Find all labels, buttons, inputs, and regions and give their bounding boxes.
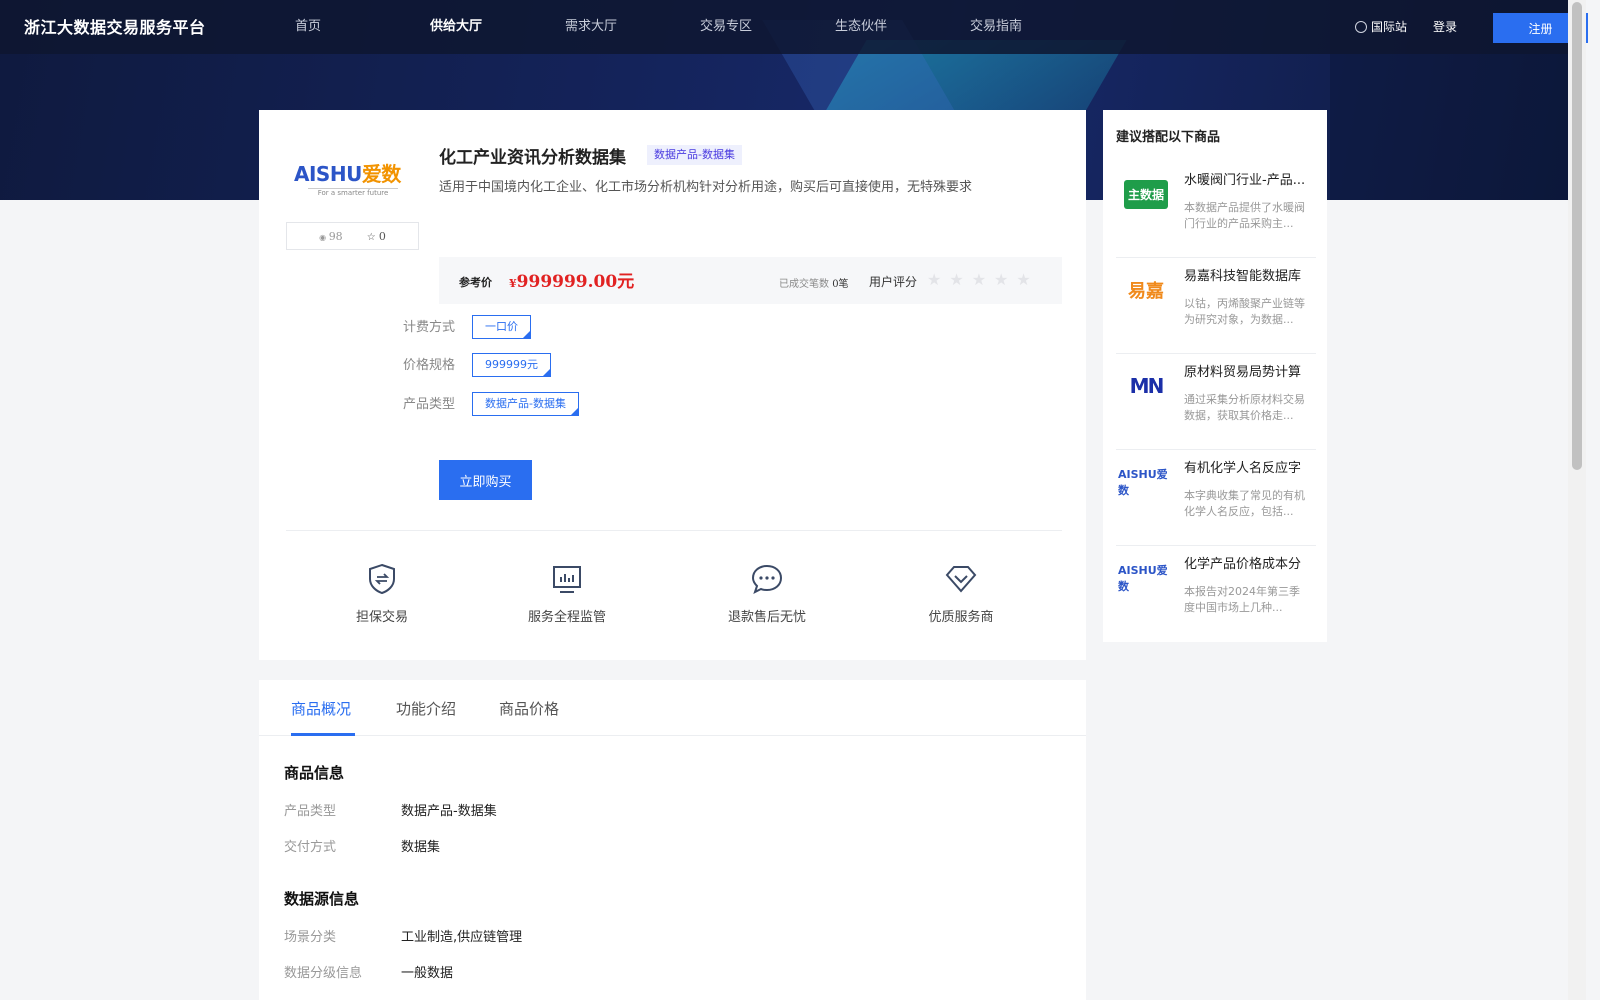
- monitor-chart-icon: [553, 566, 581, 593]
- nav-home[interactable]: 首页: [295, 0, 430, 54]
- product-card: AISHU爱数 For a smarter future 98 0 化工产业资讯…: [259, 110, 1086, 660]
- spec-label: 价格规格: [403, 358, 456, 373]
- top-nav-bar: 浙江大数据交易服务平台 首页 供给大厅 需求大厅 交易专区 生态伙伴 交易指南 …: [0, 0, 1588, 54]
- shield-icon: [369, 563, 395, 595]
- recommend-item[interactable]: MN 原材料贸易局势计算 通过采集分析原材料交易数据，获取其价格走...: [1116, 354, 1316, 450]
- item-thumb: AISHU爱数: [1118, 468, 1168, 497]
- info-key: 交付方式: [284, 840, 337, 855]
- info-key: 场景分类: [284, 930, 337, 945]
- recommend-item[interactable]: 易嘉 易嘉科技智能数据库 以钴，丙烯酸聚产业链等为研究对象，为数据...: [1116, 258, 1316, 354]
- product-logo: AISHU爱数 For a smarter future: [294, 162, 401, 197]
- views-count: 98: [319, 230, 343, 243]
- item-thumb: AISHU爱数: [1118, 564, 1168, 593]
- type-label: 产品类型: [403, 397, 456, 412]
- globe-icon: [1355, 20, 1367, 33]
- info-value: 数据产品-数据集: [401, 804, 497, 819]
- guarantee-quality: 优质服务商: [896, 562, 1026, 625]
- nav-trade-guide[interactable]: 交易指南: [970, 0, 1105, 54]
- recommend-item[interactable]: AISHU爱数 化学产品价格成本分 本报告对2024年第三季度中国市场上几种..…: [1116, 546, 1316, 642]
- tab-features[interactable]: 功能介绍: [396, 698, 456, 719]
- sidebar-title: 建议搭配以下商品: [1116, 130, 1221, 145]
- recommend-sidebar: 建议搭配以下商品 主数据 水暖阀门行业-产品... 本数据产品提供了水暖阀门行业…: [1103, 110, 1327, 642]
- type-option[interactable]: 数据产品-数据集: [472, 392, 579, 416]
- recommend-item[interactable]: AISHU爱数 有机化学人名反应字 本字典收集了常见的有机化学人名反应，包括..…: [1116, 450, 1316, 546]
- chat-bubble-icon: [751, 564, 783, 594]
- intl-site-link[interactable]: 国际站: [1355, 18, 1407, 35]
- nav-demand-hall[interactable]: 需求大厅: [565, 0, 700, 54]
- section-datasource-info: 数据源信息: [284, 890, 360, 908]
- scrollbar-thumb[interactable]: [1572, 2, 1582, 470]
- page-scrollbar[interactable]: [1568, 0, 1586, 1000]
- nav-supply-hall[interactable]: 供给大厅: [430, 0, 565, 54]
- info-value: 一般数据: [401, 966, 454, 981]
- tab-pricing[interactable]: 商品价格: [499, 698, 559, 719]
- item-thumb: 易嘉: [1128, 281, 1164, 302]
- product-title: 化工产业资讯分析数据集: [439, 148, 626, 168]
- diamond-icon: [945, 566, 977, 593]
- rating-stars: ★★★★★: [927, 270, 1039, 289]
- info-value: 工业制造,供应链管理: [401, 930, 523, 945]
- billing-label: 计费方式: [403, 320, 456, 335]
- info-key: 数据分级信息: [284, 966, 363, 981]
- product-description: 适用于中国境内化工企业、化工市场分析机构针对分析用途，购买后可直接使用，无特殊要…: [439, 180, 973, 195]
- price-bar: 参考价 ¥999999.00元 已成交笔数 0笔 用户评分 ★★★★★: [439, 257, 1062, 304]
- detail-tabs: 商品概况 功能介绍 商品价格: [259, 680, 1086, 736]
- active-tab-indicator: [291, 733, 355, 736]
- deal-count: 已成交笔数 0笔: [779, 279, 849, 290]
- nav-trade-zone[interactable]: 交易专区: [700, 0, 835, 54]
- rating-label: 用户评分: [869, 275, 918, 289]
- recommend-item[interactable]: 主数据 水暖阀门行业-产品... 本数据产品提供了水暖阀门行业的产品采购主...: [1116, 162, 1316, 258]
- guarantee-refund: 退款售后无忧: [702, 562, 832, 625]
- detail-card: 商品概况 功能介绍 商品价格 商品信息 产品类型 数据产品-数据集 交付方式 数…: [259, 680, 1086, 1000]
- login-link[interactable]: 登录: [1433, 18, 1457, 35]
- price-label: 参考价: [459, 276, 492, 289]
- item-thumb: MN: [1129, 374, 1165, 398]
- section-product-info: 商品信息: [284, 764, 345, 782]
- nav-partners[interactable]: 生态伙伴: [835, 0, 970, 54]
- price-value: ¥999999.00元: [509, 272, 635, 292]
- main-nav: 首页 供给大厅 需求大厅 交易专区 生态伙伴 交易指南: [295, 0, 1105, 54]
- spec-option[interactable]: 999999元: [472, 353, 551, 377]
- site-logo[interactable]: 浙江大数据交易服务平台: [24, 14, 206, 38]
- divider: [286, 530, 1062, 531]
- product-stats: 98 0: [286, 222, 419, 250]
- buy-now-button[interactable]: 立即购买: [439, 460, 532, 500]
- guarantee-escrow: 担保交易: [317, 562, 447, 625]
- item-thumb: 主数据: [1118, 174, 1174, 214]
- tab-overview[interactable]: 商品概况: [291, 698, 351, 719]
- category-tag: 数据产品-数据集: [647, 145, 742, 165]
- favorite-count[interactable]: 0: [367, 230, 386, 243]
- info-value: 数据集: [401, 840, 441, 855]
- guarantee-supervision: 服务全程监管: [502, 562, 632, 625]
- billing-option[interactable]: 一口价: [472, 315, 531, 339]
- info-key: 产品类型: [284, 804, 337, 819]
